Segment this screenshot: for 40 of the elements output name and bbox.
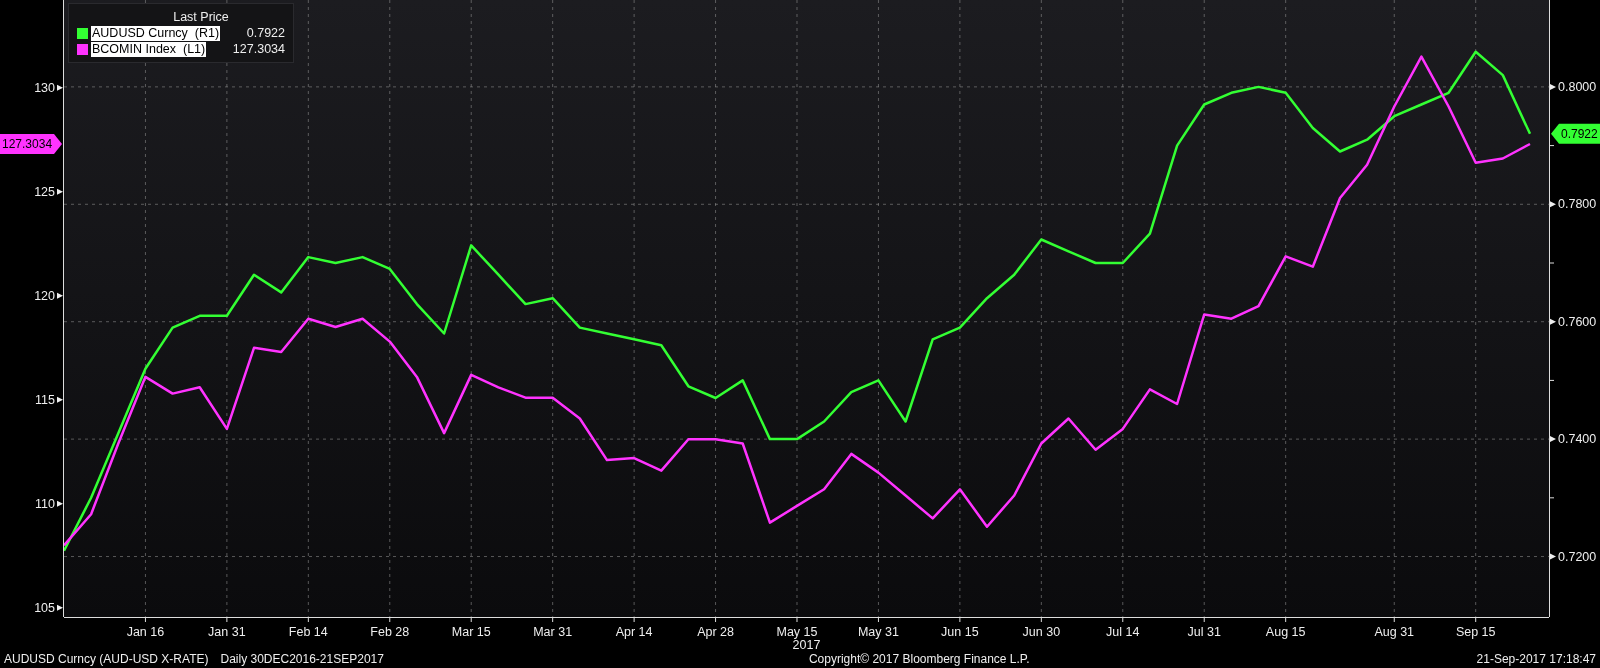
- axis-label: Jun 30: [1022, 625, 1061, 639]
- axis-label: 0.7600: [1558, 314, 1597, 329]
- axis-label: Mar 15: [451, 625, 491, 639]
- legend-label: BCOMIN Index (L1): [91, 42, 207, 57]
- axis-label: Aug 31: [1374, 625, 1415, 639]
- last-price-tag: 127.3034: [0, 133, 62, 154]
- axis-label: 0.7200: [1558, 549, 1597, 564]
- axis-label: Mar 31: [533, 625, 573, 639]
- axis-label: Jan 31: [208, 625, 246, 639]
- axis-label: Feb 28: [370, 625, 410, 639]
- axis-label: 105: [34, 600, 55, 615]
- legend-value: 0.7922: [246, 26, 285, 41]
- axis-label: Aug 15: [1265, 625, 1306, 639]
- axis-label: Apr 28: [697, 625, 734, 639]
- axis-label: May 31: [857, 625, 899, 639]
- last-price-tag: 0.7922: [1551, 123, 1600, 144]
- axis-label: Sep 15: [1455, 625, 1496, 639]
- axis-label: 0.8000: [1558, 79, 1597, 94]
- axis-label: 115: [35, 392, 55, 407]
- security-name: AUDUSD Curncy (AUD-USD X-RATE): [4, 652, 209, 666]
- legend-title: Last Price: [172, 10, 230, 25]
- axis-label: 0.7800: [1558, 197, 1597, 212]
- axis-label: Jul 31: [1187, 625, 1221, 639]
- axis-label: Feb 14: [288, 625, 328, 639]
- axis-label: Jan 16: [126, 625, 165, 639]
- axis-label: 125: [34, 184, 55, 199]
- legend-label: AUDUSD Curncy (R1): [91, 26, 221, 41]
- axis-label: May 15: [776, 625, 818, 639]
- legend-value: 127.3034: [232, 42, 285, 57]
- axis-label: Jun 15: [941, 625, 979, 639]
- axis-label: Jul 14: [1106, 625, 1140, 639]
- axis-label: 0.7400: [1558, 432, 1597, 447]
- axis-title: 2017: [792, 638, 821, 650]
- axis-label: 120: [34, 288, 55, 303]
- axis-label: Apr 14: [615, 625, 653, 639]
- copyright-text: Copyright© 2017 Bloomberg Finance L.P.: [808, 652, 1030, 666]
- axis-label: 110: [35, 496, 55, 511]
- timestamp: 21-Sep-2017 17:18:47: [1476, 652, 1596, 666]
- axis-label: 130: [34, 80, 55, 95]
- date-range: Daily 30DEC2016-21SEP2017: [220, 652, 384, 666]
